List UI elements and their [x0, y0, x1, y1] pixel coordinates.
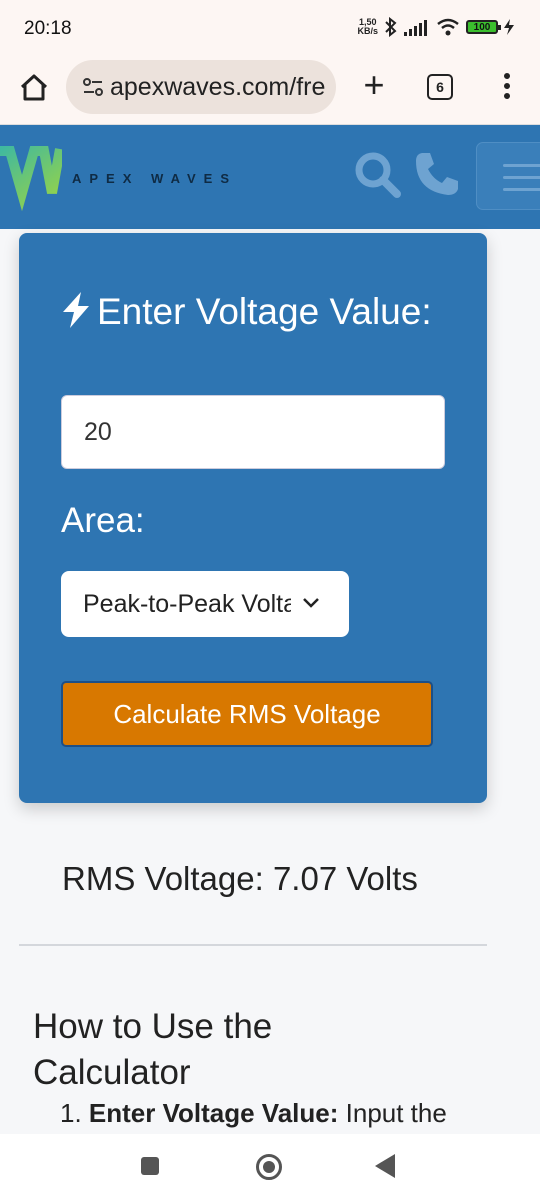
area-select-value: Peak-to-Peak Voltage — [83, 590, 291, 618]
step-text: Input the — [338, 1098, 447, 1128]
wifi-icon — [437, 18, 459, 36]
voltage-title-text: Enter Voltage Value: — [97, 291, 432, 332]
home-icon[interactable] — [14, 68, 54, 108]
tabs-icon[interactable]: 6 — [427, 74, 453, 100]
area-select[interactable]: Peak-to-Peak Voltage — [61, 571, 349, 637]
search-icon[interactable] — [352, 149, 404, 201]
bolt-icon — [63, 292, 89, 328]
voltage-title: Enter Voltage Value: — [61, 289, 461, 335]
site-info-icon[interactable] — [82, 76, 104, 98]
list-item: 1. Enter Voltage Value: Input the — [60, 1098, 447, 1129]
voltage-input[interactable] — [61, 395, 445, 469]
calculator-card: Enter Voltage Value: Area: Peak-to-Peak … — [19, 233, 487, 803]
chevron-down-icon — [303, 598, 319, 608]
divider — [19, 944, 487, 946]
browser-toolbar: apexwaves.com/fre + 6 — [0, 58, 540, 125]
back-icon[interactable] — [375, 1154, 395, 1178]
calculate-button[interactable]: Calculate RMS Voltage — [61, 681, 433, 747]
net-speed: 1,50 KB/s — [357, 17, 378, 36]
step-bold: Enter Voltage Value: — [88, 1098, 339, 1128]
logo-text: APEX WAVES — [72, 171, 238, 186]
more-vert-icon[interactable] — [495, 70, 519, 104]
result-text: RMS Voltage: 7.07 Volts — [62, 860, 418, 897]
site-header: APEX WAVES — [0, 125, 540, 229]
home-nav-icon[interactable] — [256, 1154, 282, 1180]
battery-icon: 100 — [466, 20, 501, 34]
status-time: 20:18 — [24, 18, 72, 39]
recents-icon[interactable] — [141, 1157, 159, 1175]
logo-icon[interactable] — [0, 143, 62, 211]
howto-heading: How to Use the Calculator — [33, 1007, 273, 1092]
hamburger-icon[interactable] — [476, 142, 540, 210]
area-label: Area: — [61, 501, 145, 540]
plus-icon[interactable]: + — [354, 66, 394, 106]
system-nav-bar — [0, 1134, 540, 1200]
signal-icon — [404, 20, 427, 36]
phone-icon[interactable] — [412, 149, 462, 199]
status-bar: 20:18 1,50 KB/s 100 — [0, 0, 540, 58]
url-text: apexwaves.com/fre — [110, 73, 326, 101]
bluetooth-icon — [385, 17, 397, 37]
charging-icon — [504, 19, 514, 35]
step-number: 1. — [60, 1098, 82, 1128]
address-bar[interactable]: apexwaves.com/fre — [66, 60, 336, 114]
status-icons: 1,50 KB/s 100 — [357, 17, 514, 37]
